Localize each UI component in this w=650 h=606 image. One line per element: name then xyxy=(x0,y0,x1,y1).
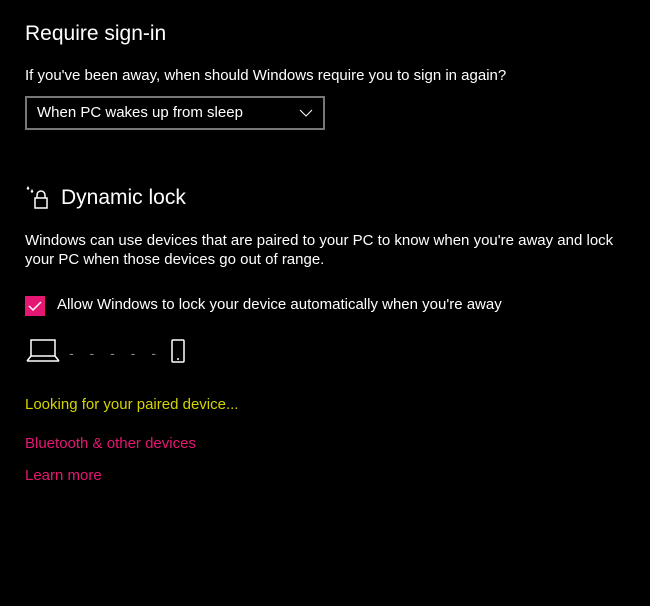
laptop-icon xyxy=(25,338,61,368)
connection-dashes: - - - - - xyxy=(69,345,162,361)
dynamic-lock-title: Dynamic lock xyxy=(61,186,186,210)
pairing-status: Looking for your paired device... xyxy=(25,396,625,413)
dynamic-lock-checkbox-row: Allow Windows to lock your device automa… xyxy=(25,295,625,316)
dynamic-lock-section: Dynamic lock Windows can use devices tha… xyxy=(25,185,625,484)
allow-auto-lock-label: Allow Windows to lock your device automa… xyxy=(57,295,502,315)
phone-icon xyxy=(170,338,186,368)
dynamic-lock-icon xyxy=(25,185,51,211)
bluetooth-devices-link[interactable]: Bluetooth & other devices xyxy=(25,435,625,452)
learn-more-link[interactable]: Learn more xyxy=(25,467,625,484)
require-signin-section: Require sign-in If you've been away, whe… xyxy=(25,22,625,130)
chevron-down-icon xyxy=(299,104,313,121)
require-signin-title: Require sign-in xyxy=(25,22,625,46)
dynamic-lock-description: Windows can use devices that are paired … xyxy=(25,231,625,270)
dropdown-selected-text: When PC wakes up from sleep xyxy=(37,104,243,121)
signin-timing-dropdown[interactable]: When PC wakes up from sleep xyxy=(25,96,325,130)
device-pairing-diagram: - - - - - xyxy=(25,338,625,368)
dynamic-lock-header: Dynamic lock xyxy=(25,185,625,211)
require-signin-description: If you've been away, when should Windows… xyxy=(25,66,625,86)
checkmark-icon xyxy=(28,300,42,312)
allow-auto-lock-checkbox[interactable] xyxy=(25,296,45,316)
